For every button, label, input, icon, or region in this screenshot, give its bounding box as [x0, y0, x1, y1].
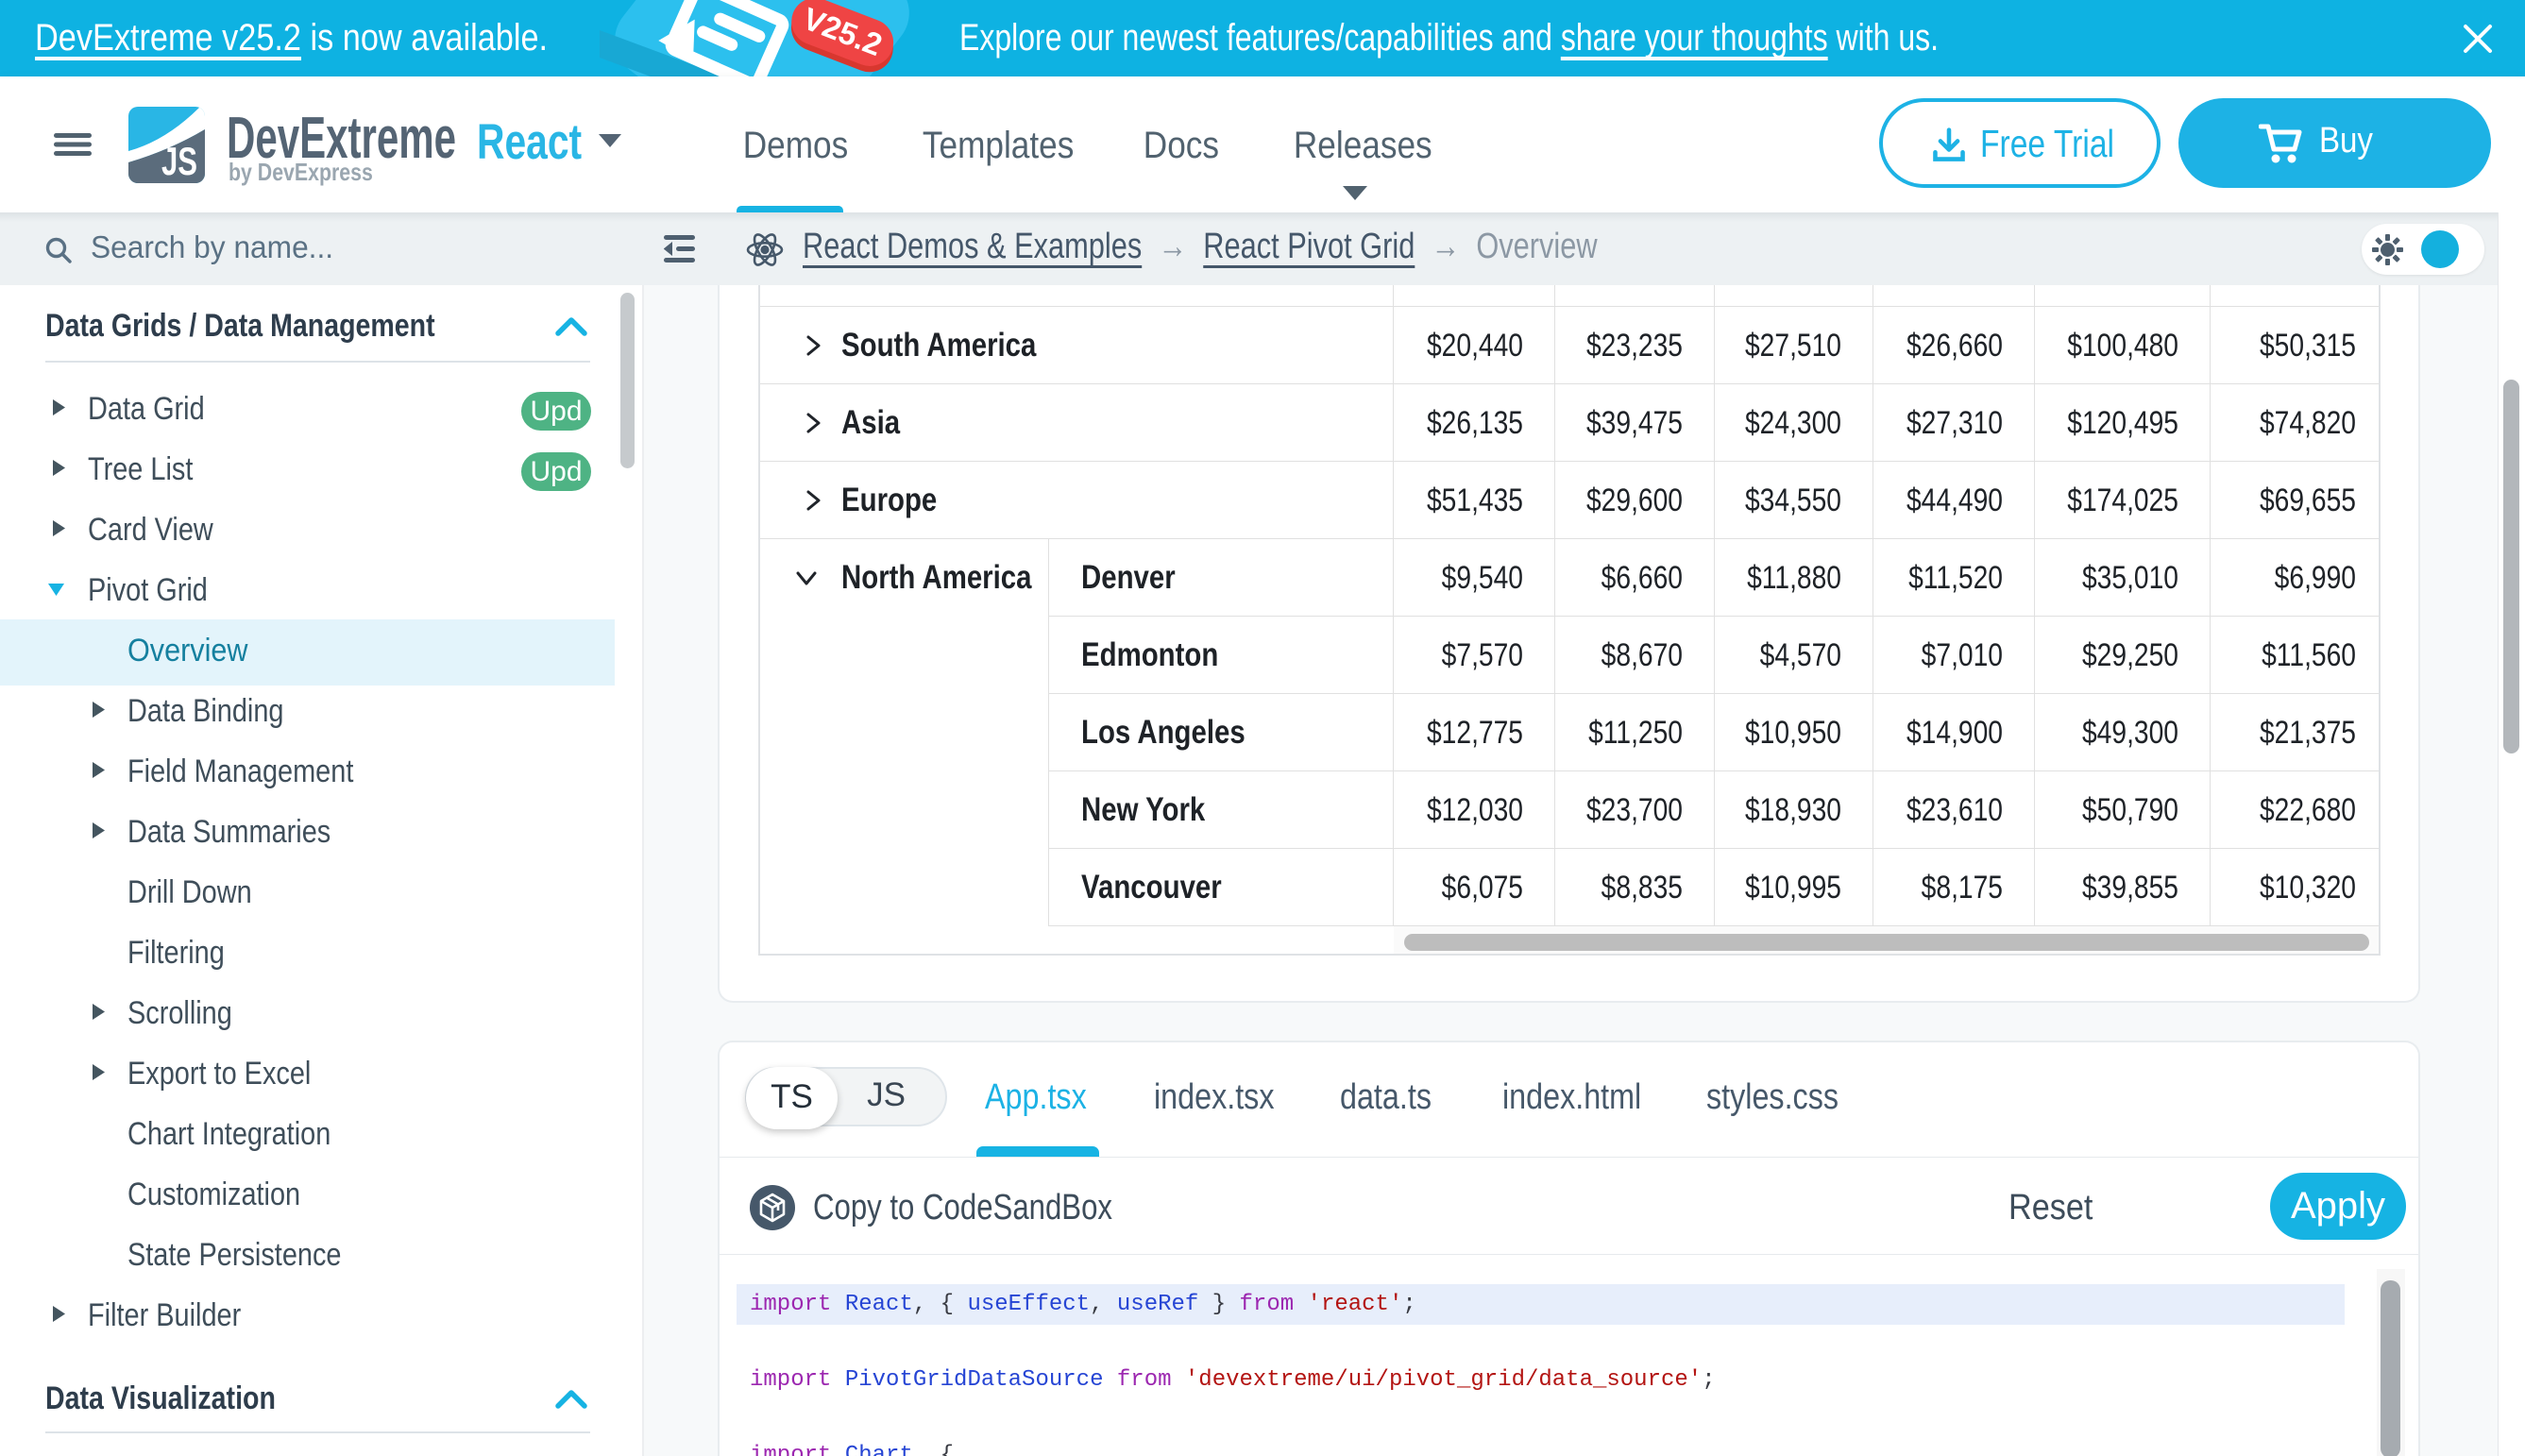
svg-text:JS: JS [161, 139, 197, 183]
